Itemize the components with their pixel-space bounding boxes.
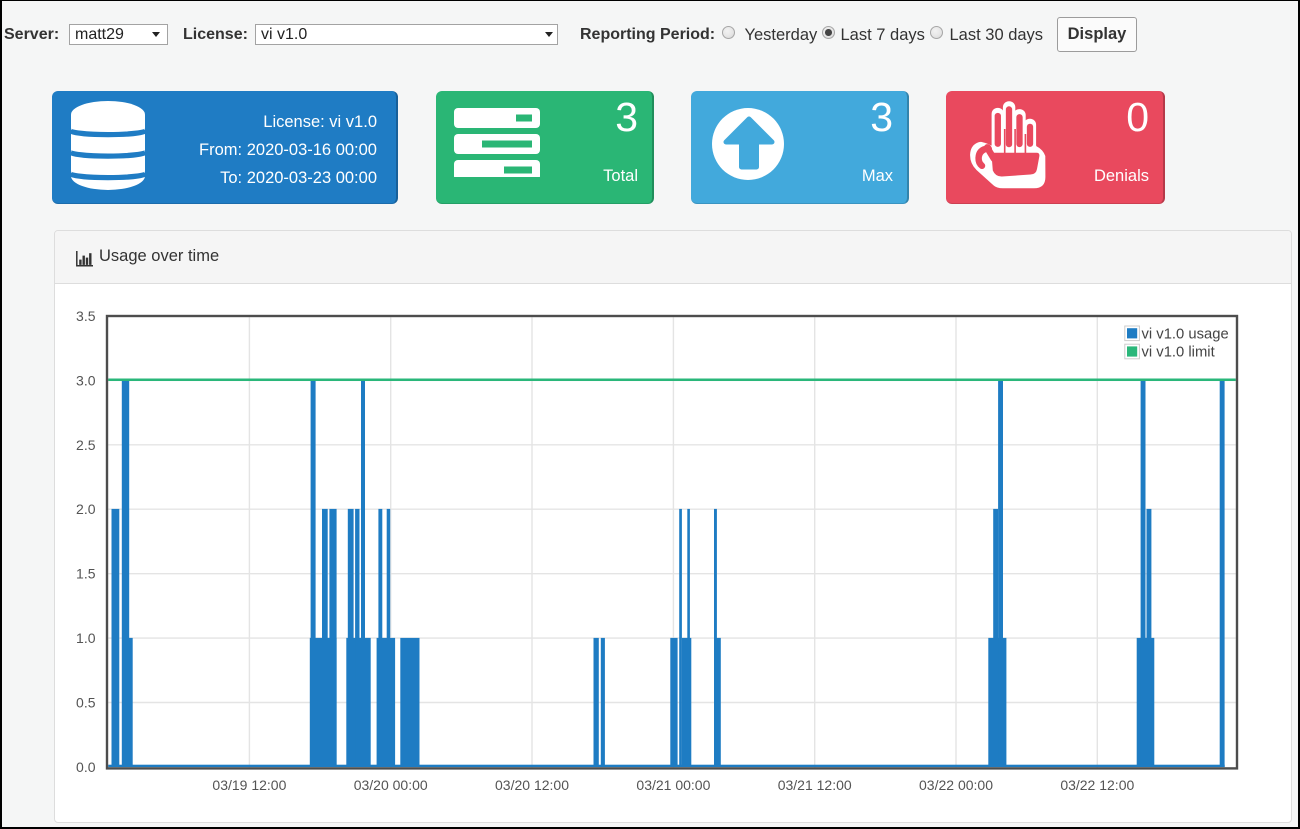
svg-text:2.0: 2.0 [76,501,96,517]
svg-text:2.5: 2.5 [76,437,96,453]
svg-text:0.5: 0.5 [76,695,96,711]
svg-text:03/20 00:00: 03/20 00:00 [354,777,428,793]
svg-text:3.0: 3.0 [76,372,96,388]
svg-text:03/21 12:00: 03/21 12:00 [778,777,852,793]
svg-text:03/22 00:00: 03/22 00:00 [919,777,993,793]
svg-text:1.5: 1.5 [76,566,96,582]
svg-text:03/19 12:00: 03/19 12:00 [212,777,286,793]
svg-text:vi v1.0 limit: vi v1.0 limit [1142,345,1215,361]
svg-text:0.0: 0.0 [76,759,96,775]
svg-text:03/21 00:00: 03/21 00:00 [636,777,710,793]
svg-text:03/22 12:00: 03/22 12:00 [1060,777,1134,793]
svg-text:03/20 12:00: 03/20 12:00 [495,777,569,793]
svg-text:1.0: 1.0 [76,630,96,646]
svg-text:vi v1.0 usage: vi v1.0 usage [1142,326,1229,342]
svg-text:3.5: 3.5 [76,308,96,324]
